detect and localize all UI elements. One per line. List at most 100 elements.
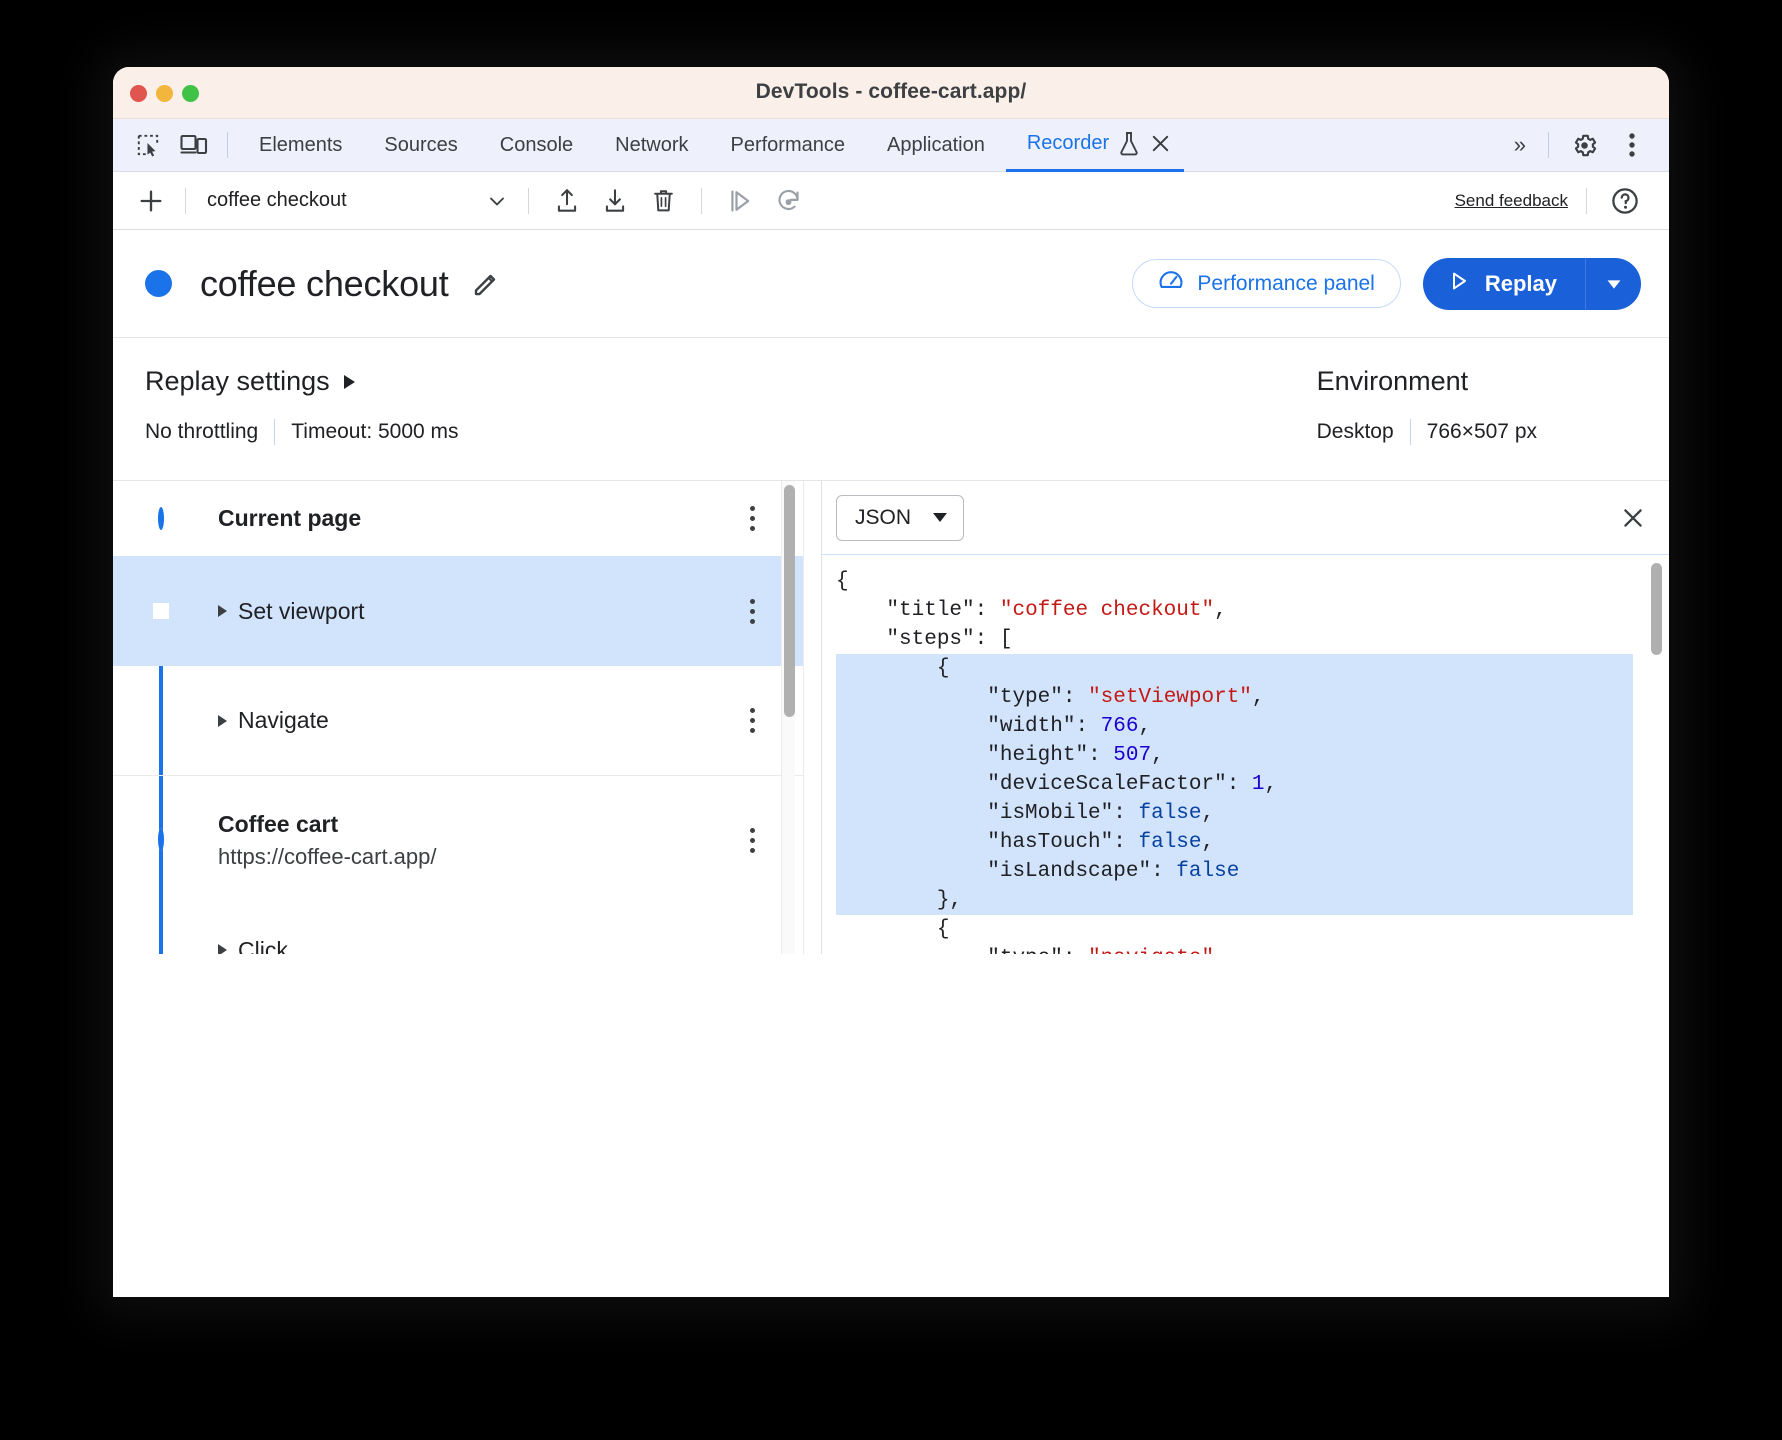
throttling-value: No throttling: [145, 420, 258, 444]
toolbar-divider-6: [1586, 188, 1587, 214]
step-navigate[interactable]: Navigate: [113, 666, 803, 775]
steps-scrollbar[interactable]: [781, 481, 795, 954]
more-tabs-icon[interactable]: »: [1504, 132, 1536, 158]
help-icon[interactable]: [1601, 180, 1649, 222]
tab-application[interactable]: Application: [866, 119, 1006, 172]
replay-button[interactable]: Replay: [1423, 258, 1585, 310]
step-title: Click: [238, 937, 288, 955]
step-title: Coffee cart: [218, 811, 735, 838]
tab-network[interactable]: Network: [594, 119, 709, 172]
format-select[interactable]: JSON: [836, 495, 964, 541]
replay-options-button[interactable]: [1585, 258, 1641, 310]
toolbar-divider-5: [701, 188, 702, 214]
steps-list: Current page Set viewport: [113, 481, 803, 954]
devtools-tabbar: Elements Sources Console Network Perform…: [113, 119, 1669, 172]
recorder-toolbar-right: Send feedback: [1455, 180, 1669, 222]
step-marker-ring: [158, 510, 164, 528]
environment-group: Environment Desktop 766×507 px: [1317, 366, 1637, 480]
tab-sources[interactable]: Sources: [363, 119, 478, 172]
caret-down-icon: [1603, 273, 1625, 295]
inspect-element-icon[interactable]: [125, 125, 171, 165]
step-menu-icon[interactable]: [735, 599, 769, 624]
recording-header-actions: Performance panel Replay: [1132, 258, 1641, 310]
replay-settings-group: Replay settings No throttling Timeout: 5…: [145, 366, 459, 480]
step-text: Click Element "Espresso": [218, 937, 735, 955]
import-icon[interactable]: [543, 180, 591, 222]
environment-summary: Desktop 766×507 px: [1317, 419, 1537, 445]
replay-settings-label: Replay settings: [145, 366, 330, 397]
kebab-menu-icon[interactable]: [1609, 125, 1655, 165]
step-marker-ring: [158, 831, 164, 849]
device-value: Desktop: [1317, 420, 1394, 444]
tab-console[interactable]: Console: [479, 119, 594, 172]
caret-right-icon: [344, 375, 355, 389]
replay-settings-toggle[interactable]: Replay settings: [145, 366, 459, 397]
caret-right-icon[interactable]: [218, 944, 227, 954]
chevron-down-icon[interactable]: [480, 189, 514, 213]
pencil-icon[interactable]: [471, 269, 501, 299]
play-icon: [1447, 269, 1471, 299]
close-recorder-tab-icon[interactable]: [1149, 132, 1172, 155]
step-menu-icon[interactable]: [735, 954, 769, 955]
json-scrollbar[interactable]: [1651, 563, 1663, 946]
performance-panel-button[interactable]: Performance panel: [1132, 259, 1400, 308]
panel-splitter[interactable]: [803, 481, 821, 954]
json-code: { "title": "coffee checkout", "steps": […: [822, 567, 1669, 954]
step-title: Navigate: [238, 707, 329, 734]
export-icon[interactable]: [591, 180, 639, 222]
tab-recorder-adornments: [1117, 119, 1184, 172]
json-scrollbar-thumb[interactable]: [1651, 563, 1662, 655]
step-subtitle: https://coffee-cart.app/: [218, 844, 735, 870]
flask-icon: [1117, 131, 1141, 157]
performance-panel-label: Performance panel: [1197, 272, 1374, 296]
env-divider: [1410, 419, 1411, 445]
replay-label: Replay: [1485, 271, 1557, 297]
steps-panel: Current page Set viewport: [113, 481, 803, 954]
tab-elements[interactable]: Elements: [238, 119, 363, 172]
replay-button-group: Replay: [1423, 258, 1641, 310]
recording-header: coffee checkout Performance panel: [113, 230, 1669, 338]
gear-icon[interactable]: [1561, 125, 1607, 165]
trash-icon[interactable]: [639, 180, 687, 222]
step-coffee-cart[interactable]: Coffee cart https://coffee-cart.app/: [113, 776, 803, 904]
timeout-value: Timeout: 5000 ms: [291, 420, 458, 444]
step-title: Current page: [218, 505, 735, 532]
step-menu-icon[interactable]: [735, 506, 769, 531]
caret-right-icon[interactable]: [218, 605, 227, 617]
panel-tabs: Elements Sources Console Network Perform…: [238, 119, 1184, 172]
tab-performance[interactable]: Performance: [710, 119, 867, 172]
step-current-page[interactable]: Current page: [113, 481, 803, 556]
environment-label: Environment: [1317, 366, 1537, 397]
step-click[interactable]: Click Element "Espresso": [113, 904, 803, 954]
devtools-window: DevTools - coffee-cart.app/: [113, 67, 1669, 1297]
step-menu-icon[interactable]: [735, 828, 769, 853]
record-again-icon[interactable]: [764, 180, 812, 222]
toolbar-divider-3: [185, 188, 186, 214]
step-text: Current page: [218, 505, 735, 532]
recording-selector-label[interactable]: coffee checkout: [200, 189, 480, 212]
step-title: Set viewport: [238, 598, 365, 625]
step-text: Navigate: [218, 707, 735, 734]
toolbar-divider: [227, 132, 228, 158]
screenshot-root: DevTools - coffee-cart.app/: [0, 0, 1782, 1440]
page-title: coffee checkout: [200, 263, 449, 305]
device-toolbar-icon[interactable]: [171, 125, 217, 165]
json-code-area[interactable]: { "title": "coffee checkout", "steps": […: [822, 555, 1669, 954]
replay-settings-summary: No throttling Timeout: 5000 ms: [145, 419, 459, 445]
send-feedback-link[interactable]: Send feedback: [1455, 191, 1572, 211]
recorder-toolbar: coffee checkout: [113, 172, 1669, 230]
caret-right-icon[interactable]: [218, 715, 227, 727]
add-recording-button[interactable]: [131, 181, 171, 221]
window-title: DevTools - coffee-cart.app/: [113, 80, 1669, 104]
tab-recorder[interactable]: Recorder: [1006, 119, 1117, 172]
viewport-value: 766×507 px: [1427, 420, 1537, 444]
recording-status-dot: [145, 270, 172, 297]
step-text: Set viewport: [218, 598, 735, 625]
step-set-viewport[interactable]: Set viewport: [113, 556, 803, 666]
play-icon[interactable]: [716, 180, 764, 222]
steps-scrollbar-thumb[interactable]: [784, 485, 795, 717]
toolbar-divider-4: [528, 188, 529, 214]
step-title-row: Navigate: [218, 707, 735, 734]
step-menu-icon[interactable]: [735, 708, 769, 733]
close-json-panel-icon[interactable]: [1615, 500, 1651, 536]
